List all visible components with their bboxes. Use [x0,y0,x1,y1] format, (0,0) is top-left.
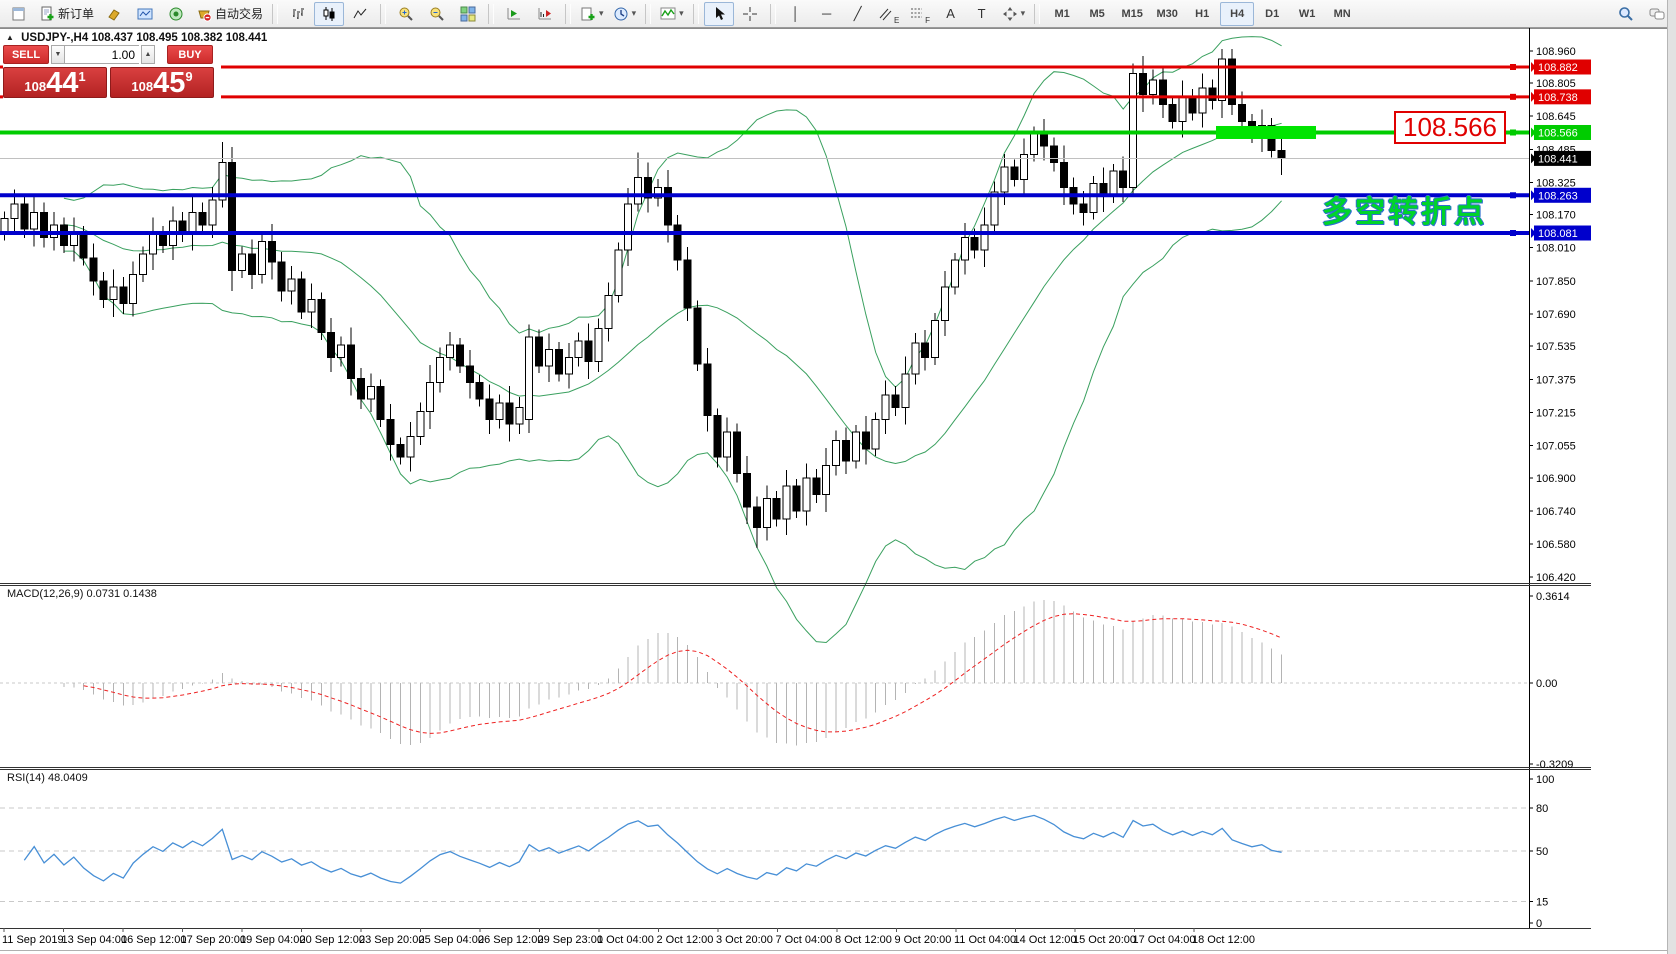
svg-text:108.645: 108.645 [1536,111,1576,123]
svg-text:11 Sep 2019: 11 Sep 2019 [2,934,64,946]
svg-text:108.566: 108.566 [1538,127,1578,139]
svg-text:107.850: 107.850 [1536,276,1576,288]
svg-text:108.441: 108.441 [1538,153,1578,165]
svg-text:108.882: 108.882 [1538,62,1578,74]
up-arrow-icon: ▲ [145,51,152,58]
volume-decrease-button[interactable]: ▼ [51,45,65,64]
svg-text:106.580: 106.580 [1536,539,1576,551]
svg-text:1 Oct 04:00: 1 Oct 04:00 [597,934,654,946]
svg-text:0.00: 0.00 [1536,678,1557,690]
svg-text:106.420: 106.420 [1536,572,1576,584]
sell-button[interactable]: SELL [3,45,49,64]
chart-title: ▲ USDJPY-,H4 108.437 108.495 108.382 108… [6,32,267,44]
svg-text:20 Sep 12:00: 20 Sep 12:00 [300,934,365,946]
price-callout-label[interactable]: 108.566 [1394,111,1506,144]
svg-text:8 Oct 12:00: 8 Oct 12:00 [835,934,892,946]
svg-text:107.215: 107.215 [1536,407,1576,419]
collapse-arrow-icon[interactable]: ▲ [6,33,14,42]
svg-text:17 Sep 20:00: 17 Sep 20:00 [181,934,246,946]
sell-price-button[interactable]: 108441 [3,67,107,98]
rsi-line [24,815,1281,883]
svg-text:0.3614: 0.3614 [1536,591,1570,603]
svg-text:29 Sep 23:00: 29 Sep 23:00 [538,934,603,946]
svg-text:107.535: 107.535 [1536,341,1576,353]
svg-text:17 Oct 04:00: 17 Oct 04:00 [1133,934,1196,946]
svg-text:108.263: 108.263 [1538,190,1578,202]
pane-frames [0,28,1676,951]
svg-text:11 Oct 04:00: 11 Oct 04:00 [954,934,1016,946]
macd-label: MACD(12,26,9) 0.0731 0.1438 [7,588,157,600]
svg-text:107.055: 107.055 [1536,441,1576,453]
buy-price-button[interactable]: 108459 [110,67,214,98]
buy-price-sup: 9 [185,69,192,84]
svg-text:50: 50 [1536,846,1548,858]
svg-text:100: 100 [1536,774,1554,786]
sell-price-big: 44 [46,70,78,96]
rsi-label: RSI(14) 48.0409 [7,772,88,784]
buy-price-prefix: 108 [131,79,153,94]
svg-text:13 Sep 04:00: 13 Sep 04:00 [62,934,127,946]
svg-text:80: 80 [1536,803,1548,815]
svg-text:108.170: 108.170 [1536,210,1576,222]
one-click-trading-panel: SELL ▼ ▲ BUY 108441 108459 [3,45,221,100]
window-right-edge [1667,0,1676,954]
buy-price-big: 45 [153,70,185,96]
hline-handle [1510,230,1516,236]
svg-text:3 Oct 20:00: 3 Oct 20:00 [716,934,773,946]
svg-text:25 Sep 04:00: 25 Sep 04:00 [419,934,484,946]
macd-signal-line [84,614,1282,734]
svg-text:14 Oct 12:00: 14 Oct 12:00 [1014,934,1077,946]
svg-text:7 Oct 04:00: 7 Oct 04:00 [776,934,833,946]
svg-text:15 Oct 20:00: 15 Oct 20:00 [1073,934,1136,946]
green-zone-rect[interactable] [1216,126,1316,139]
svg-text:106.740: 106.740 [1536,506,1576,518]
macd-histogram [64,600,1282,746]
volume-increase-button[interactable]: ▲ [141,45,155,64]
volume-input[interactable] [65,45,139,64]
bollinger-bands [64,37,1282,643]
svg-text:0: 0 [1536,918,1542,930]
svg-text:15: 15 [1536,896,1548,908]
sell-price-prefix: 108 [24,79,46,94]
svg-text:2 Oct 12:00: 2 Oct 12:00 [657,934,714,946]
svg-text:18 Oct 12:00: 18 Oct 12:00 [1192,934,1255,946]
svg-text:108.738: 108.738 [1538,92,1578,104]
svg-text:26 Sep 12:00: 26 Sep 12:00 [478,934,543,946]
svg-text:-0.3209: -0.3209 [1536,759,1573,771]
svg-text:23 Sep 20:00: 23 Sep 20:00 [359,934,424,946]
svg-text:107.375: 107.375 [1536,374,1576,386]
down-arrow-icon: ▼ [55,51,62,58]
svg-text:16 Sep 12:00: 16 Sep 12:00 [121,934,186,946]
hline-handle [1510,64,1516,70]
svg-text:9 Oct 20:00: 9 Oct 20:00 [895,934,952,946]
svg-text:108.010: 108.010 [1536,243,1576,255]
chart-area: 108.960108.805108.645108.485108.325108.1… [0,0,1676,954]
hline-handle [1510,192,1516,198]
svg-text:19 Sep 04:00: 19 Sep 04:00 [240,934,305,946]
candles [1,49,1285,548]
terminal-window: 新订单 自动交易 [0,0,1676,954]
time-axis[interactable] [4,928,1194,932]
svg-text:108.081: 108.081 [1538,228,1578,240]
svg-text:108.325: 108.325 [1536,177,1576,189]
hline-handle [1510,129,1516,135]
symbol-period-label: USDJPY-,H4 [21,32,88,44]
buy-button[interactable]: BUY [167,45,213,64]
annotation-text[interactable]: 多空转折点 [1322,187,1487,231]
ohlc-values-label: 108.437 108.495 108.382 108.441 [91,32,267,44]
svg-text:106.900: 106.900 [1536,473,1576,485]
svg-text:108.805: 108.805 [1536,78,1576,90]
svg-text:107.690: 107.690 [1536,309,1576,321]
sell-price-sup: 1 [78,69,85,84]
hline-handle [1510,94,1516,100]
svg-text:108.960: 108.960 [1536,46,1576,58]
